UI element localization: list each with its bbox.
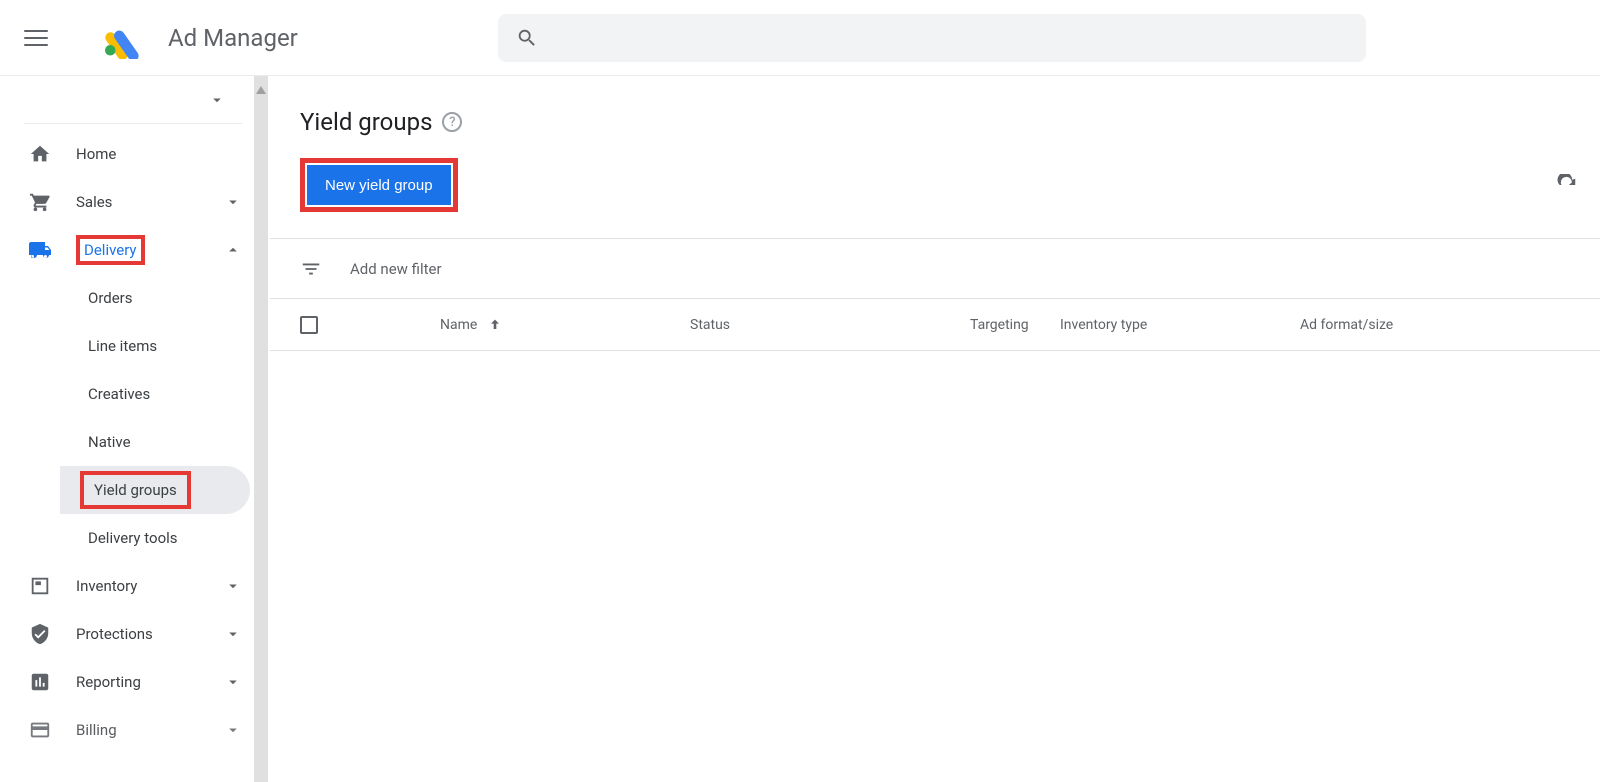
shield-icon [28, 622, 52, 646]
filter-placeholder: Add new filter [350, 260, 442, 278]
column-inventory-type[interactable]: Inventory type [1060, 317, 1300, 333]
column-label: Ad format/size [1300, 317, 1393, 333]
app-title: Ad Manager [168, 24, 298, 52]
sidebar-subitem-label: Creatives [88, 385, 150, 403]
sidebar-subitem-creatives[interactable]: Creatives [60, 370, 250, 418]
sidebar-item-protections[interactable]: Protections [0, 610, 254, 658]
menu-icon[interactable] [24, 26, 48, 50]
main-content: Yield groups ? New yield group Add new f… [270, 76, 1600, 782]
sidebar-subitem-label: Native [88, 433, 131, 451]
search-icon [516, 27, 538, 49]
sidebar-subitem-yield-groups[interactable]: Yield groups [60, 466, 250, 514]
chevron-down-icon [224, 625, 242, 643]
sidebar-subitem-orders[interactable]: Orders [60, 274, 250, 322]
sidebar-item-label: Billing [76, 721, 200, 739]
sort-ascending-icon [487, 317, 503, 333]
inventory-icon [28, 574, 52, 598]
sidebar-subitem-line-items[interactable]: Line items [60, 322, 250, 370]
column-label: Targeting [970, 317, 1029, 333]
sidebar-item-label: Delivery [76, 235, 200, 265]
sidebar-item-label: Reporting [76, 673, 200, 691]
page-title: Yield groups [300, 108, 432, 136]
search-input[interactable] [498, 14, 1366, 62]
sidebar: Home Sales Delivery [0, 76, 254, 782]
filter-icon [300, 258, 322, 280]
chevron-down-icon [224, 193, 242, 211]
select-all-checkbox[interactable] [300, 316, 318, 334]
sidebar-item-label: Inventory [76, 577, 200, 595]
sidebar-subitem-label: Orders [88, 289, 133, 307]
column-targeting[interactable]: Targeting [970, 317, 1060, 333]
refresh-icon[interactable] [1556, 174, 1578, 196]
app-header: Ad Manager [0, 0, 1600, 76]
chevron-down-icon [208, 91, 226, 109]
sidebar-subitem-native[interactable]: Native [60, 418, 250, 466]
new-yield-group-highlight: New yield group [300, 158, 458, 212]
sidebar-subitem-label: Line items [88, 337, 157, 355]
sidebar-subitem-delivery-tools[interactable]: Delivery tools [60, 514, 250, 562]
sidebar-item-reporting[interactable]: Reporting [0, 658, 254, 706]
column-name[interactable]: Name [440, 317, 690, 333]
chevron-down-icon [224, 673, 242, 691]
app-logo-icon [98, 17, 140, 59]
table-header: Name Status Targeting Inventory type Ad … [270, 299, 1600, 351]
sidebar-subnav-delivery: Orders Line items Creatives Native Yield… [0, 274, 254, 562]
truck-icon [28, 238, 52, 262]
sidebar-scrollbar[interactable] [254, 76, 268, 782]
sidebar-item-home[interactable]: Home [0, 130, 254, 178]
column-status[interactable]: Status [690, 317, 970, 333]
column-label: Inventory type [1060, 317, 1147, 333]
cart-icon [28, 190, 52, 214]
home-icon [28, 142, 52, 166]
sidebar-item-billing[interactable]: Billing [0, 706, 254, 754]
chart-icon [28, 670, 52, 694]
column-label: Status [690, 317, 730, 333]
filter-bar[interactable]: Add new filter [270, 239, 1600, 299]
help-icon[interactable]: ? [442, 112, 462, 132]
sidebar-collapse-toggle[interactable] [24, 76, 242, 124]
chevron-down-icon [224, 721, 242, 739]
column-label: Name [440, 317, 477, 333]
new-yield-group-button[interactable]: New yield group [307, 165, 451, 205]
sidebar-item-label: Sales [76, 193, 200, 211]
sidebar-item-sales[interactable]: Sales [0, 178, 254, 226]
sidebar-item-inventory[interactable]: Inventory [0, 562, 254, 610]
sidebar-subitem-label: Yield groups [80, 471, 191, 509]
sidebar-item-label: Protections [76, 625, 200, 643]
sidebar-item-label: Home [76, 145, 242, 163]
sidebar-item-delivery[interactable]: Delivery [0, 226, 254, 274]
chevron-down-icon [224, 577, 242, 595]
column-ad-format[interactable]: Ad format/size [1300, 317, 1570, 333]
chevron-up-icon [224, 241, 242, 259]
billing-icon [28, 718, 52, 742]
sidebar-subitem-label: Delivery tools [88, 529, 178, 547]
